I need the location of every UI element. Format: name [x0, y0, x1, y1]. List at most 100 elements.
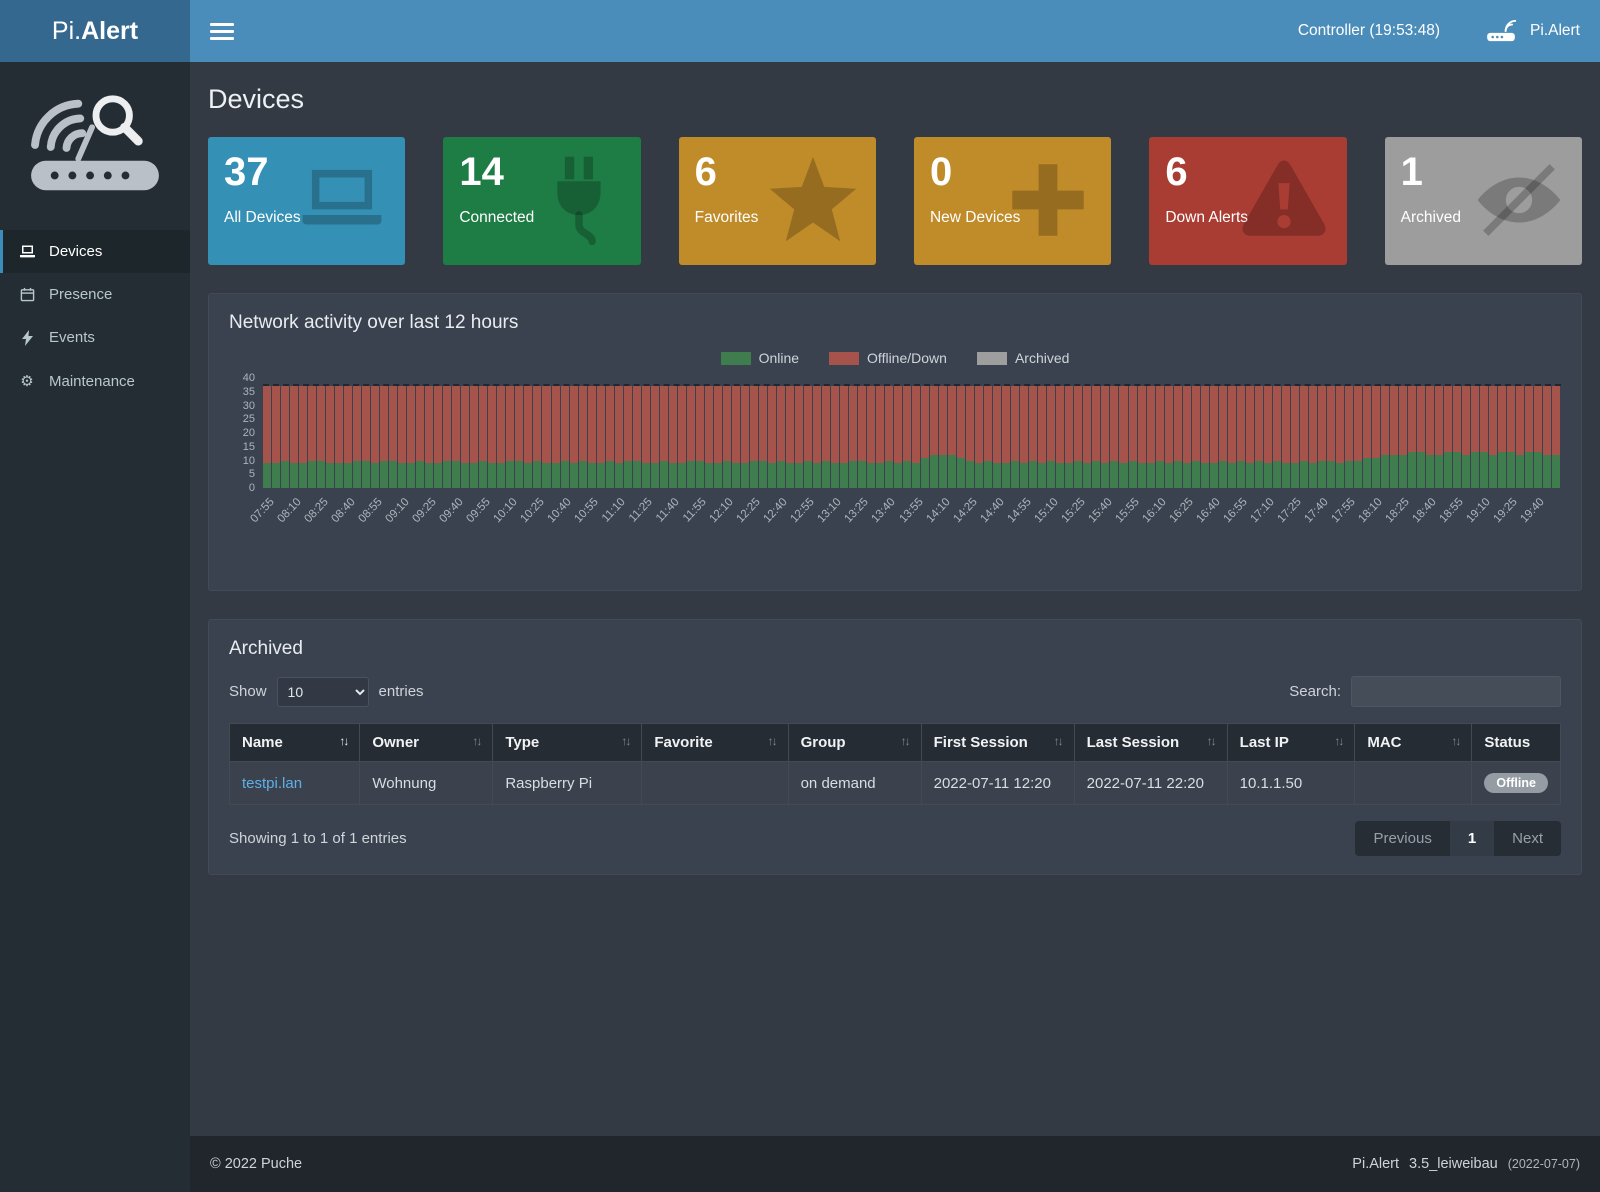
stacked-bar [759, 378, 767, 488]
sort-icon: ↑↓ [901, 734, 909, 748]
card-favorites[interactable]: 6 Favorites [679, 137, 876, 265]
cell-group: on demand [788, 762, 921, 805]
stacked-bar [939, 378, 947, 488]
stacked-bar [1156, 378, 1164, 488]
column-header-owner[interactable]: Owner↑↓ [360, 724, 493, 762]
controller-clock[interactable]: Controller (19:53:48) [1298, 22, 1440, 40]
stacked-bar [651, 378, 659, 488]
copyright: © 2022 Puche [210, 1156, 302, 1172]
stacked-bar [1110, 378, 1118, 488]
legend-offline: Offline/Down [829, 350, 947, 366]
sidebar-item-devices[interactable]: Devices [0, 230, 190, 273]
stacked-bar [1092, 378, 1100, 488]
legend-label: Online [759, 350, 799, 366]
sidebar-item-events[interactable]: Events [0, 316, 190, 359]
sidebar-item-maintenance[interactable]: ⚙ Maintenance [0, 359, 190, 403]
sidebar-item-label: Maintenance [49, 373, 135, 390]
card-connected[interactable]: 14 Connected [443, 137, 640, 265]
column-header-name[interactable]: Name↑↓ [230, 724, 360, 762]
cell-status: Offline [1472, 762, 1561, 805]
stacked-bar [831, 378, 839, 488]
stacked-bar [1074, 378, 1082, 488]
stacked-bar [822, 378, 830, 488]
search-input[interactable] [1351, 676, 1561, 707]
stacked-bar [894, 378, 902, 488]
stacked-bar [479, 378, 487, 488]
stacked-bar [1020, 378, 1028, 488]
chart-title: Network activity over last 12 hours [229, 312, 1561, 334]
stacked-bar [741, 378, 749, 488]
sidebar-toggle-button[interactable] [210, 23, 234, 40]
stacked-bar [1390, 378, 1398, 488]
card-new-devices[interactable]: 0 New Devices [914, 137, 1111, 265]
stacked-bar [588, 378, 596, 488]
stacked-bar [1426, 378, 1434, 488]
stacked-bar [579, 378, 587, 488]
archived-table: Name↑↓ Owner↑↓ Type↑↓ Favorite↑↓ Group↑↓… [229, 723, 1561, 805]
stacked-bar [633, 378, 641, 488]
stacked-bar [840, 378, 848, 488]
stacked-bar [750, 378, 758, 488]
previous-page-button[interactable]: Previous [1355, 821, 1449, 856]
column-header-favorite[interactable]: Favorite↑↓ [642, 724, 788, 762]
stacked-bar [1264, 378, 1272, 488]
stacked-bar [380, 378, 388, 488]
top-header: Pi.Alert Controller (19:53:48) Pi.Alert [0, 0, 1600, 62]
stacked-bar [768, 378, 776, 488]
stacked-bar [1417, 378, 1425, 488]
stacked-bar [1300, 378, 1308, 488]
nav-brand[interactable]: Pi.Alert [1530, 22, 1580, 40]
column-header-last-ip[interactable]: Last IP↑↓ [1227, 724, 1355, 762]
column-header-type[interactable]: Type↑↓ [493, 724, 642, 762]
stacked-bar [984, 378, 992, 488]
sort-icon: ↑↓ [339, 734, 347, 748]
stacked-bar [1552, 378, 1560, 488]
legend-swatch-offline [829, 352, 859, 365]
device-link[interactable]: testpi.lan [242, 775, 302, 792]
app-logo[interactable]: Pi.Alert [0, 0, 190, 62]
card-archived[interactable]: 1 Archived [1385, 137, 1582, 265]
column-header-mac[interactable]: MAC↑↓ [1355, 724, 1472, 762]
stacked-bar [1336, 378, 1344, 488]
legend-swatch-online [721, 352, 751, 365]
stacked-bar [1444, 378, 1452, 488]
stacked-bar [669, 378, 677, 488]
stacked-bar [1534, 378, 1542, 488]
stacked-bar [957, 378, 965, 488]
cell-first-session: 2022-07-11 12:20 [921, 762, 1074, 805]
stacked-bar [1408, 378, 1416, 488]
column-header-group[interactable]: Group↑↓ [788, 724, 921, 762]
plug-icon [531, 153, 625, 247]
sort-icon: ↑↓ [768, 734, 776, 748]
stacked-bar [353, 378, 361, 488]
column-header-first-session[interactable]: First Session↑↓ [921, 724, 1074, 762]
table-info: Showing 1 to 1 of 1 entries [229, 830, 407, 847]
stacked-bar [885, 378, 893, 488]
page-length-select[interactable]: 10 [277, 677, 369, 707]
sort-icon: ↑↓ [1207, 734, 1215, 748]
stacked-bar [570, 378, 578, 488]
stacked-bar [1255, 378, 1263, 488]
sidebar-item-presence[interactable]: Presence [0, 273, 190, 316]
table-header-row: Name↑↓ Owner↑↓ Type↑↓ Favorite↑↓ Group↑↓… [230, 724, 1561, 762]
stacked-bar [1219, 378, 1227, 488]
page-1-button[interactable]: 1 [1450, 821, 1494, 856]
stacked-bar [425, 378, 433, 488]
card-down-alerts[interactable]: 6 Down Alerts [1149, 137, 1346, 265]
stacked-bar [1489, 378, 1497, 488]
stacked-bar [281, 378, 289, 488]
stacked-bar [452, 378, 460, 488]
column-header-last-session[interactable]: Last Session↑↓ [1074, 724, 1227, 762]
stacked-bar [1318, 378, 1326, 488]
sort-icon: ↑↓ [472, 734, 480, 748]
next-page-button[interactable]: Next [1494, 821, 1561, 856]
app-logo-bold: Alert [81, 17, 138, 46]
stacked-bar [849, 378, 857, 488]
column-header-status[interactable]: Status [1472, 724, 1561, 762]
stacked-bar [1002, 378, 1010, 488]
card-all-devices[interactable]: 37 All Devices [208, 137, 405, 265]
stacked-bar [1471, 378, 1479, 488]
stacked-bar [1462, 378, 1470, 488]
stacked-bar [993, 378, 1001, 488]
laptop-icon [295, 153, 389, 247]
